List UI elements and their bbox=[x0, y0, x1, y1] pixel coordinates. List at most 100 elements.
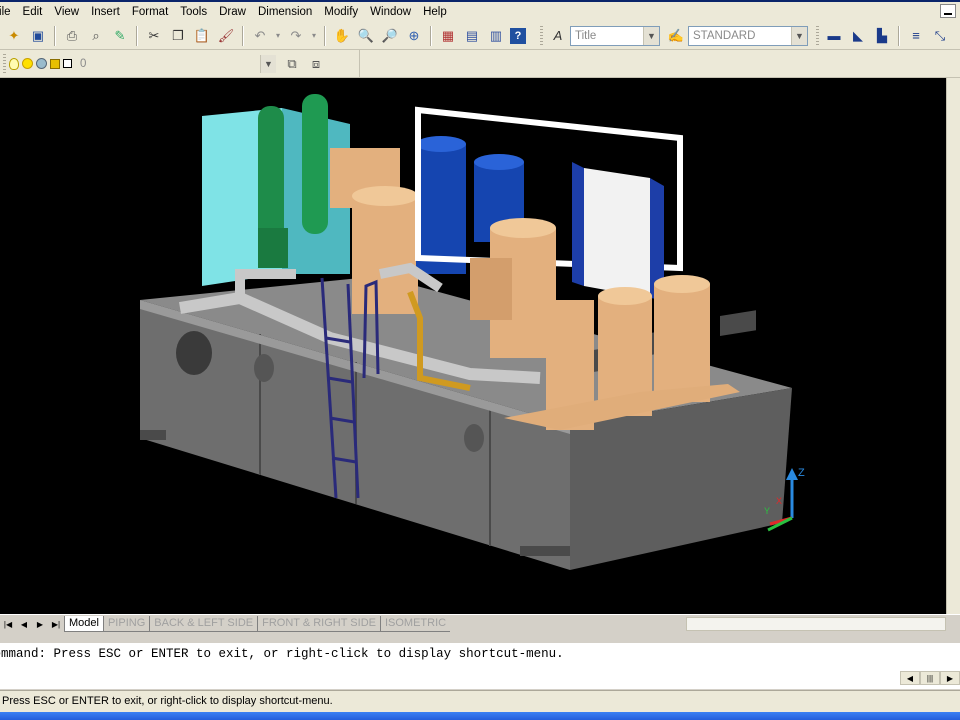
ucs-x-label: X bbox=[776, 496, 782, 506]
layer-lock-icon[interactable] bbox=[50, 58, 60, 69]
layer-manager-icon[interactable]: ▬ bbox=[824, 26, 844, 46]
zoom-realtime-icon[interactable]: 🔍 bbox=[356, 26, 376, 46]
scroll-left-icon[interactable]: ◀ bbox=[900, 671, 920, 685]
taskbar bbox=[0, 712, 960, 720]
undo-dropdown-icon[interactable]: ▾ bbox=[274, 26, 282, 46]
menu-edit[interactable]: Edit bbox=[17, 3, 49, 21]
chevron-down-icon[interactable]: ▼ bbox=[643, 26, 659, 45]
first-tab-icon[interactable]: |◀ bbox=[0, 616, 16, 632]
next-tab-icon[interactable]: ▶ bbox=[32, 616, 48, 632]
standard-toolbar: ✦ ▣ ⎙ ⌕ ✎ ✂ ❐ 📋 🖌 ↶ ▾ ↷ ▾ ✋ 🔍 🔎 ⊕ ▦ ▤ ▥ … bbox=[0, 22, 960, 50]
copy-icon[interactable]: ❐ bbox=[168, 26, 188, 46]
menu-format[interactable]: Format bbox=[126, 3, 174, 21]
separator bbox=[54, 25, 56, 46]
chevron-down-icon[interactable]: ▼ bbox=[791, 26, 807, 45]
separator bbox=[430, 25, 432, 46]
menu-tools[interactable]: Tools bbox=[174, 3, 213, 21]
layer-states-icon[interactable]: ▙ bbox=[872, 26, 892, 46]
layer-value: 0 bbox=[80, 57, 87, 70]
layer-color-icon[interactable] bbox=[63, 59, 72, 68]
layer-viewport-icon[interactable] bbox=[36, 58, 47, 69]
autocad-window: File Edit View Insert Format Tools Draw … bbox=[0, 0, 960, 720]
plot-preview-icon[interactable]: ⌕ bbox=[86, 26, 106, 46]
tab-model[interactable]: Model bbox=[64, 616, 103, 632]
skid-3d-model: Z X Y bbox=[140, 94, 805, 570]
match-properties-icon[interactable]: 🖌 bbox=[216, 26, 236, 46]
text-style-select[interactable]: Title ▼ bbox=[570, 25, 660, 46]
tab-isometric[interactable]: ISOMETRIC bbox=[379, 616, 451, 632]
cut-icon[interactable]: ✂ bbox=[144, 26, 164, 46]
menu-insert[interactable]: Insert bbox=[85, 3, 126, 21]
tab-front-right-side[interactable]: FRONT & RIGHT SIDE bbox=[257, 616, 380, 632]
paste-icon[interactable]: 📋 bbox=[192, 26, 212, 46]
undo-icon[interactable]: ↶ bbox=[250, 26, 270, 46]
layer-isolate-icon[interactable]: ⤡ bbox=[930, 26, 950, 46]
command-scrollbar[interactable]: ◀ ||| ▶ bbox=[900, 671, 960, 685]
make-current-layer-icon[interactable]: ⧉ bbox=[282, 54, 302, 74]
layer-walk-icon[interactable]: ≡ bbox=[906, 26, 926, 46]
accumulator-right bbox=[302, 94, 328, 234]
layers-toolbar: 0 ▼ ⧉ ⧈ bbox=[0, 50, 360, 78]
horizontal-scrollbar[interactable] bbox=[686, 616, 946, 631]
scroll-right-icon[interactable]: ▶ bbox=[940, 671, 960, 685]
menu-dimension[interactable]: Dimension bbox=[252, 3, 318, 21]
layer-on-icon[interactable] bbox=[9, 57, 19, 70]
tool-palettes-icon[interactable]: ▥ bbox=[486, 26, 506, 46]
toolbar-grip[interactable] bbox=[3, 53, 6, 74]
menu-bar: File Edit View Insert Format Tools Draw … bbox=[0, 2, 960, 22]
layer-thaw-icon[interactable] bbox=[22, 58, 33, 69]
save-icon[interactable]: ▣ bbox=[28, 26, 48, 46]
layer-previous-icon[interactable]: ⧈ bbox=[306, 54, 326, 74]
layer-select[interactable]: 0 ▼ bbox=[76, 54, 276, 74]
prev-tab-icon[interactable]: ◀ bbox=[16, 616, 32, 632]
layer-previous-icon[interactable]: ◣ bbox=[848, 26, 868, 46]
menu-view[interactable]: View bbox=[48, 3, 85, 21]
toolbar-grip[interactable] bbox=[816, 25, 819, 46]
text-style-icon[interactable]: A bbox=[548, 26, 568, 46]
text-style-value: Title bbox=[575, 29, 597, 42]
menu-file[interactable]: File bbox=[0, 3, 17, 21]
properties-icon[interactable]: ▦ bbox=[438, 26, 458, 46]
separator bbox=[898, 25, 900, 46]
minimize-document-button[interactable] bbox=[940, 4, 956, 18]
status-bar: Press ESC or ENTER to exit, or right-cli… bbox=[0, 690, 960, 712]
new-file-icon[interactable]: ✦ bbox=[4, 26, 24, 46]
blue-filter-1 bbox=[416, 144, 466, 274]
separator bbox=[242, 25, 244, 46]
publish-icon[interactable]: ✎ bbox=[110, 26, 130, 46]
menu-modify[interactable]: Modify bbox=[318, 3, 364, 21]
vertical-scrollbar[interactable] bbox=[946, 78, 960, 614]
print-icon[interactable]: ⎙ bbox=[62, 26, 82, 46]
chevron-down-icon[interactable]: ▼ bbox=[260, 54, 276, 73]
menu-help[interactable]: Help bbox=[417, 3, 453, 21]
separator bbox=[324, 25, 326, 46]
redo-icon[interactable]: ↷ bbox=[286, 26, 306, 46]
status-text: Press ESC or ENTER to exit, or right-cli… bbox=[2, 695, 333, 707]
toolbar-area bbox=[360, 50, 960, 78]
drawing-canvas[interactable]: Z X Y bbox=[0, 78, 946, 614]
heat-exchanger-plates bbox=[584, 168, 650, 298]
zoom-previous-icon[interactable]: ⊕ bbox=[404, 26, 424, 46]
ucs-z-label: Z bbox=[798, 467, 805, 479]
tab-back-left-side[interactable]: BACK & LEFT SIDE bbox=[149, 616, 258, 632]
last-tab-icon[interactable]: ▶| bbox=[48, 616, 64, 632]
menu-window[interactable]: Window bbox=[364, 3, 417, 21]
command-window[interactable]: Command: Press ESC or ENTER to exit, or … bbox=[0, 641, 960, 689]
zoom-window-icon[interactable]: 🔎 bbox=[380, 26, 400, 46]
dimension-style-icon[interactable]: ✍ bbox=[666, 26, 686, 46]
dimension-style-value: STANDARD bbox=[693, 29, 756, 42]
redo-dropdown-icon[interactable]: ▾ bbox=[310, 26, 318, 46]
pan-icon[interactable]: ✋ bbox=[332, 26, 352, 46]
skid-manway bbox=[176, 331, 212, 375]
design-center-icon[interactable]: ▤ bbox=[462, 26, 482, 46]
menu-draw[interactable]: Draw bbox=[213, 3, 252, 21]
layout-tab-bar: |◀ ◀ ▶ ▶| Model PIPING BACK & LEFT SIDE … bbox=[0, 614, 960, 632]
tab-piping[interactable]: PIPING bbox=[102, 616, 150, 632]
scroll-thumb[interactable]: ||| bbox=[920, 671, 940, 685]
pump-green bbox=[258, 228, 288, 268]
toolbar-grip[interactable] bbox=[540, 25, 543, 46]
tan-tank bbox=[352, 196, 418, 314]
command-line-text: Command: Press ESC or ENTER to exit, or … bbox=[0, 647, 564, 661]
dimension-style-select[interactable]: STANDARD ▼ bbox=[688, 25, 808, 46]
help-icon[interactable]: ? bbox=[510, 27, 526, 44]
